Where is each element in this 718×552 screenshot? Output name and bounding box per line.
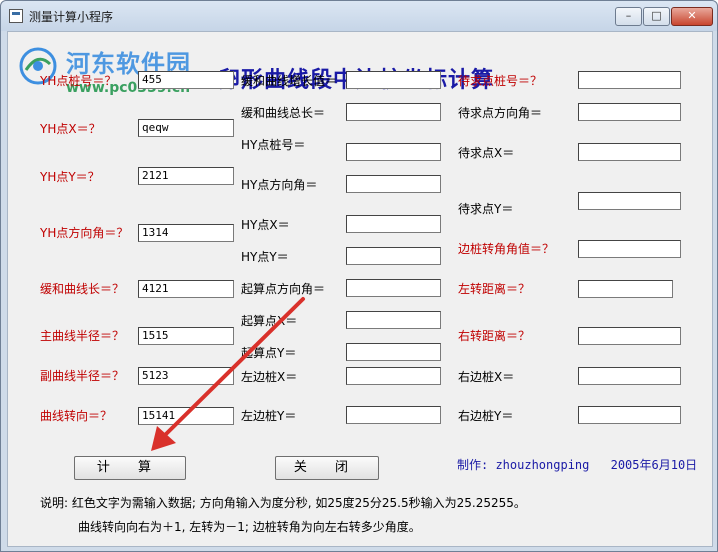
input-secondary-radius[interactable]: 5123 [138, 367, 234, 385]
input-side-stake-angle[interactable] [578, 240, 681, 258]
input-yh-station[interactable]: 455 [138, 71, 234, 89]
label-right-stake-x: 右边桩X＝ [458, 370, 515, 384]
output-hy-y[interactable] [346, 247, 441, 265]
label-left-stake-y: 左边桩Y＝ [241, 409, 297, 423]
label-curve-direction: 曲线转向＝？ [40, 409, 113, 423]
label-hy-station: HY点桩号＝ [241, 138, 306, 152]
label-side-stake-angle: 边桩转角角值＝？ [458, 242, 555, 256]
window-title: 测量计算小程序 [29, 10, 114, 24]
app-window: 测量计算小程序 – □ ✕ 河东软件园 www.pc0359.cn 卵形曲线段中… [0, 0, 718, 552]
label-left-distance: 左转距离＝？ [458, 282, 531, 296]
output-start-azimuth[interactable] [346, 279, 441, 297]
input-right-distance[interactable] [578, 327, 681, 345]
input-curve-direction[interactable]: 15141 [138, 407, 234, 425]
close-button[interactable]: 关 闭 [275, 456, 379, 480]
author-credit: 制作: zhouzhongping [457, 458, 590, 472]
input-yh-x[interactable]: qeqw [138, 119, 234, 137]
label-hy-azimuth: HY点方向角＝ [241, 178, 318, 192]
label-yh-azimuth: YH点方向角＝？ [40, 226, 129, 240]
label-right-stake-y: 右边桩Y＝ [458, 409, 514, 423]
label-target-station: 待求点桩号＝？ [458, 74, 543, 88]
output-target-y[interactable] [578, 192, 681, 210]
output-transition-increment[interactable] [346, 71, 441, 89]
label-transition-length: 缓和曲线长＝？ [40, 282, 125, 296]
minimize-button[interactable]: – [615, 7, 642, 26]
output-hy-x[interactable] [346, 215, 441, 233]
label-start-y: 起算点Y＝ [241, 346, 297, 360]
output-target-x[interactable] [578, 143, 681, 161]
label-yh-station: YH点桩号＝？ [40, 74, 117, 88]
output-right-stake-y[interactable] [578, 406, 681, 424]
instructions-line-1: 说明: 红色文字为需输入数据; 方向角输入为度分秒, 如25度25分25.5秒输… [40, 496, 526, 510]
app-icon [9, 9, 23, 23]
label-start-x: 起算点X＝ [241, 314, 298, 328]
output-target-azimuth[interactable] [578, 103, 681, 121]
output-start-y[interactable] [346, 343, 441, 361]
label-hy-y: HY点Y＝ [241, 250, 289, 264]
label-start-azimuth: 起算点方向角＝ [241, 282, 326, 296]
output-left-stake-x[interactable] [346, 367, 441, 385]
input-main-radius[interactable]: 1515 [138, 327, 234, 345]
form-client-area: 河东软件园 www.pc0359.cn 卵形曲线段中边桩坐标计算 YH点桩号＝？… [7, 31, 713, 547]
label-right-distance: 右转距离＝？ [458, 329, 531, 343]
output-hy-station[interactable] [346, 143, 441, 161]
label-yh-x: YH点X＝？ [40, 122, 101, 136]
input-yh-azimuth[interactable]: 1314 [138, 224, 234, 242]
label-target-azimuth: 待求点方向角＝ [458, 106, 543, 120]
close-window-button[interactable]: ✕ [671, 7, 713, 26]
label-yh-y: YH点Y＝？ [40, 170, 100, 184]
label-target-y: 待求点Y＝ [458, 202, 514, 216]
input-transition-length[interactable]: 4121 [138, 280, 234, 298]
label-transition-total: 缓和曲线总长＝ [241, 106, 326, 120]
title-bar[interactable]: 测量计算小程序 – □ ✕ [1, 1, 717, 31]
label-transition-increment: 缓和曲线增长值＝ [241, 74, 338, 88]
label-secondary-radius: 副曲线半径＝？ [40, 369, 125, 383]
maximize-button[interactable]: □ [643, 7, 670, 26]
compute-button[interactable]: 计 算 [74, 456, 186, 480]
label-hy-x: HY点X＝ [241, 218, 290, 232]
input-left-distance[interactable] [578, 280, 673, 298]
instructions-line-2: 曲线转向向右为＋1, 左转为－1; 边桩转角为向左右转多少角度。 [78, 520, 421, 534]
output-start-x[interactable] [346, 311, 441, 329]
label-main-radius: 主曲线半径＝？ [40, 329, 125, 343]
input-yh-y[interactable]: 2121 [138, 167, 234, 185]
output-hy-azimuth[interactable] [346, 175, 441, 193]
output-left-stake-y[interactable] [346, 406, 441, 424]
credit-line: 制作: zhouzhongping 2005年6月10日 [457, 456, 697, 473]
credit-date: 2005年6月10日 [610, 458, 698, 472]
output-transition-total[interactable] [346, 103, 441, 121]
label-left-stake-x: 左边桩X＝ [241, 370, 298, 384]
output-right-stake-x[interactable] [578, 367, 681, 385]
input-target-station[interactable] [578, 71, 681, 89]
label-target-x: 待求点X＝ [458, 146, 515, 160]
